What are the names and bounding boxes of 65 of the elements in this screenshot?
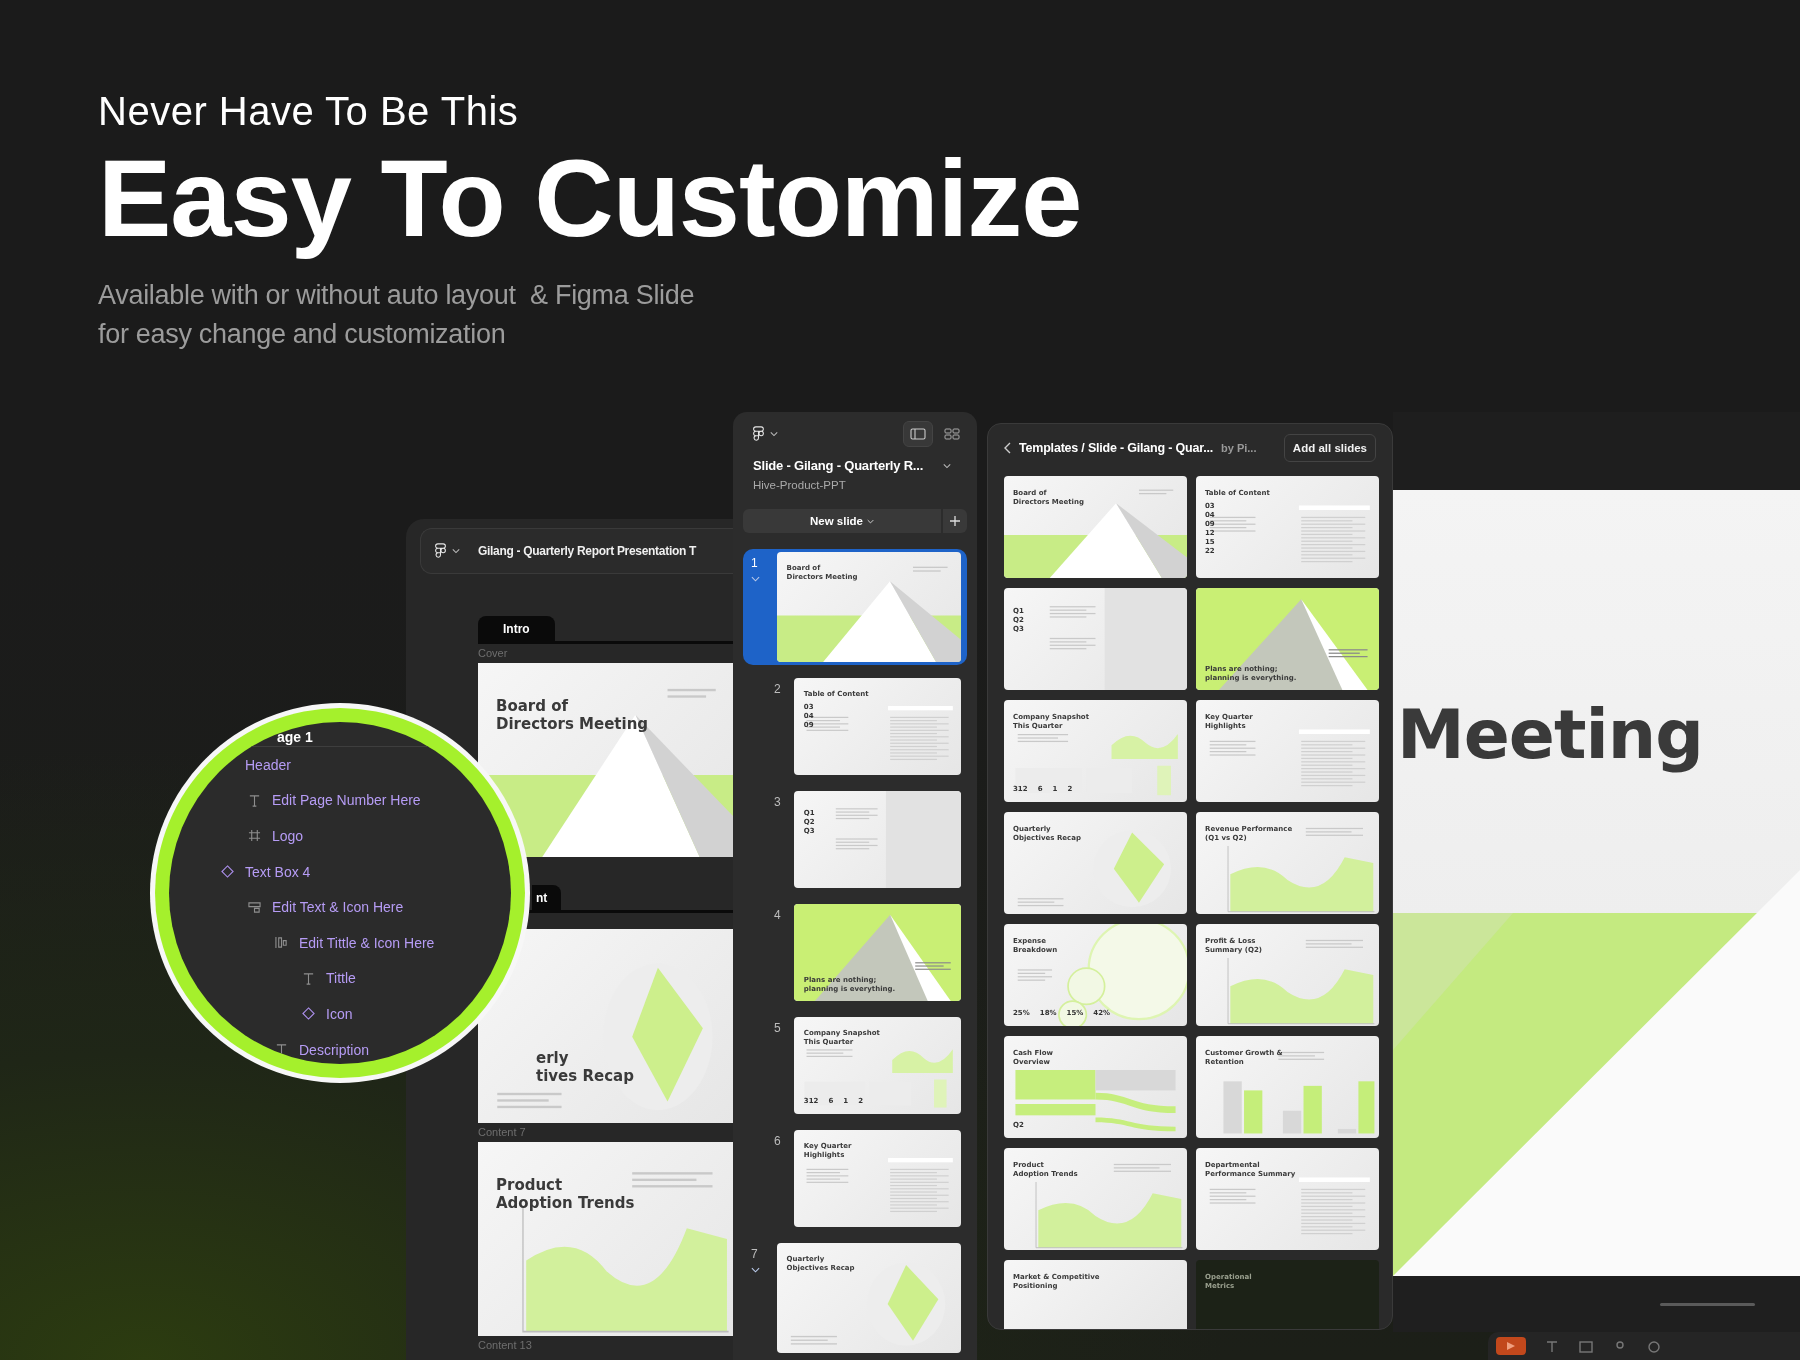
author-name: by Pi... [1221, 442, 1257, 454]
vertical-layout-icon [248, 900, 261, 914]
single-view-button[interactable] [903, 421, 933, 447]
slide-title: erly tives Recap [536, 1049, 634, 1085]
figma-logo-icon[interactable] [435, 543, 446, 559]
slide-number: 5 [774, 1021, 781, 1035]
slide-title: Meeting [1397, 695, 1703, 774]
section-tab[interactable]: nt [532, 885, 562, 910]
text-layer-icon [302, 971, 315, 985]
slide-title: Board of Directors Meeting [496, 697, 649, 733]
chevron-down-icon[interactable] [943, 462, 952, 469]
hero-subtitle: Available with or without auto layout & Figma Slide [98, 279, 696, 312]
horizontal-layout-icon [275, 936, 288, 950]
slide-thumbnail[interactable]: Board of Directors Meeting [478, 663, 733, 857]
project-name: Hive-Product-PPT [752, 479, 847, 491]
presentation-title[interactable]: Slide - Gilang - Quarterly R... [753, 458, 924, 473]
layer-name[interactable]: Text Box 4 [245, 863, 311, 880]
chevron-down-icon[interactable] [751, 576, 760, 582]
layer-name[interactable]: Tittle [326, 970, 356, 987]
hero-eyebrow: Never Have To Be This [98, 88, 520, 134]
layer-name[interactable]: Logo [272, 828, 304, 844]
page-name[interactable]: age 1 [277, 728, 313, 746]
slide-label: Content 7 [478, 1126, 527, 1138]
add-slide-button[interactable] [943, 509, 967, 533]
section-tab[interactable]: Intro [478, 616, 555, 641]
diamond-icon [221, 865, 234, 879]
circle-tool-icon[interactable] [1646, 1338, 1662, 1354]
file-title: Gilang - Quarterly Report Presentation T [478, 544, 697, 558]
resize-handle[interactable] [1660, 1303, 1755, 1306]
diamond-icon [302, 1007, 315, 1021]
chevron-down-icon[interactable] [452, 548, 460, 554]
layer-name[interactable]: Edit Text & Icon Here [272, 899, 404, 916]
layer-name[interactable]: Edit Page Number Here [272, 792, 421, 809]
layer-name[interactable]: Icon [326, 1005, 353, 1022]
slide-thumbnail[interactable]: Product Adoption Trends [478, 1142, 733, 1336]
slide-title: Product Adoption Trends [496, 1176, 635, 1212]
slide-number: 3 [774, 795, 781, 809]
frame-tool-icon[interactable] [1578, 1338, 1594, 1354]
frame-icon [248, 829, 261, 843]
chevron-down-icon[interactable] [770, 431, 778, 437]
slide-number: 6 [774, 1134, 781, 1148]
grid-icon [944, 428, 960, 440]
hero-subtitle: for easy change and customization [98, 318, 507, 351]
slide-number: 2 [774, 682, 781, 696]
add-all-slides-button[interactable]: Add all slides [1283, 434, 1376, 462]
chevron-down-icon [867, 518, 875, 524]
slide-number: 1 [751, 556, 758, 570]
plus-icon [949, 515, 961, 527]
slide-label: Cover [478, 647, 509, 659]
figma-logo-icon[interactable] [753, 426, 764, 442]
breadcrumb[interactable]: Templates / Slide - Gilang - Quar... [1019, 441, 1213, 455]
text-layer-icon [248, 793, 261, 807]
layer-name[interactable]: Edit Tittle & Icon Here [299, 934, 435, 951]
slide-number: 4 [774, 908, 781, 922]
play-button[interactable] [1496, 1337, 1526, 1355]
chevron-down-icon[interactable] [751, 1267, 760, 1273]
slide-thumbnail[interactable]: erly tives Recap [478, 929, 733, 1123]
layer-name[interactable]: Description [299, 1041, 370, 1058]
new-slide-button[interactable]: New slide [743, 509, 941, 533]
sidebar-view-icon [910, 428, 926, 440]
hero-title: Easy To Customize [98, 135, 1083, 261]
text-tool-icon[interactable] [1544, 1338, 1560, 1354]
slide-number: 7 [751, 1247, 758, 1261]
layer-name[interactable]: Header [245, 756, 291, 773]
slide-label: Content 13 [478, 1339, 533, 1351]
